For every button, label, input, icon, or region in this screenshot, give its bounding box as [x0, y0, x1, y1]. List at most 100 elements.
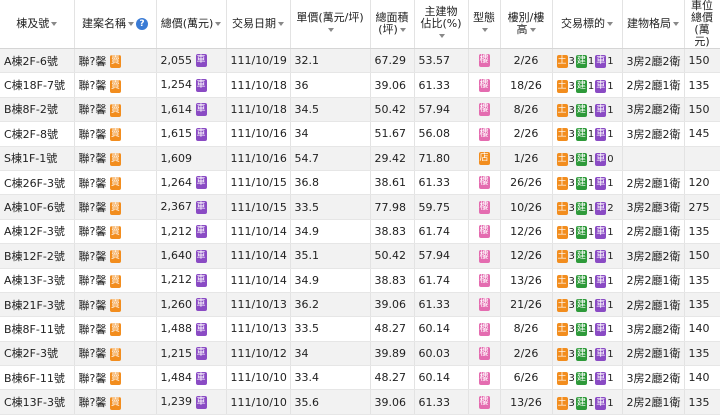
cell-project[interactable]: 聯?馨 賣 — [74, 194, 157, 220]
cell-project[interactable]: 聯?馨 賣 — [74, 170, 157, 196]
table-row[interactable]: B棟8F-2號 聯?馨 賣 1,614 車 111/10/18 34.5 50.42 57.… — [0, 97, 720, 123]
cell-project[interactable]: 聯?馨 賣 — [74, 316, 157, 342]
cell-project[interactable]: 聯?馨 賣 — [74, 341, 157, 367]
header-type[interactable]: 型態 — [468, 0, 501, 49]
car-count: 0 — [607, 153, 614, 165]
type-badge-icon: 樓 — [478, 176, 490, 190]
type-badge-icon: 樓 — [478, 54, 490, 68]
cell-project[interactable]: 聯?馨 賣 — [74, 365, 157, 391]
table-row[interactable]: A棟12F-3號 聯?馨 賣 1,212 車 111/10/14 34.9 38.83 61… — [0, 219, 720, 245]
car-badge-icon: 車 — [595, 250, 607, 264]
header-target[interactable]: 交易標的 — [552, 0, 623, 49]
table-row[interactable]: S棟1F-1號 聯?馨 賣 1,609 111/10/16 54.7 29.42 71.80… — [0, 146, 720, 171]
header-total[interactable]: 總價(萬元) — [156, 0, 227, 49]
cell-project[interactable]: 聯?馨 賣 — [74, 48, 157, 74]
cell-area: 50.42 — [370, 243, 415, 269]
cell-layout: 3房2廳2衛 — [622, 121, 685, 147]
land-badge-icon: 土 — [556, 128, 568, 142]
table-row[interactable]: B棟8F-11號 聯?馨 賣 1,488 車 111/10/13 33.5 48.27 60… — [0, 316, 720, 342]
parking-badge-icon: 車 — [195, 273, 207, 287]
header-layout[interactable]: 建物格局 — [622, 0, 685, 49]
table-row[interactable]: C棟26F-3號 聯?馨 賣 1,264 車 111/10/15 36.8 38.61 61… — [0, 170, 720, 196]
cell-floor: 8/26 — [500, 316, 553, 342]
parking-badge-icon: 車 — [195, 127, 207, 141]
cell-floor: 18/26 — [500, 72, 553, 98]
header-building[interactable]: 棟及號 — [0, 0, 75, 49]
cell-type: 樓 — [468, 243, 501, 269]
header-date[interactable]: 交易日期 — [226, 0, 291, 49]
header-floor[interactable]: 樓別/樓高 — [500, 0, 553, 49]
sort-arrow-icon — [399, 28, 406, 32]
type-badge-icon: 樓 — [478, 249, 490, 263]
parking-badge-icon: 車 — [195, 298, 207, 312]
header-parking[interactable]: 車位總價 (萬元) — [684, 0, 720, 49]
cell-type: 樓 — [468, 365, 501, 391]
cell-project[interactable]: 聯?馨 賣 — [74, 219, 157, 245]
car-count: 1 — [607, 56, 614, 68]
parking-badge-icon: 車 — [195, 347, 207, 361]
cell-project[interactable]: 聯?馨 賣 — [74, 389, 157, 415]
sale-badge-icon: 賣 — [109, 201, 121, 215]
car-badge-icon: 車 — [595, 274, 607, 288]
help-icon[interactable]: ? — [136, 18, 148, 30]
cell-project[interactable]: 聯?馨 賣 — [74, 243, 157, 269]
table-row[interactable]: B棟6F-11號 聯?馨 賣 1,484 車 111/10/10 33.4 48.27 60… — [0, 365, 720, 391]
sale-badge-icon: 賣 — [109, 152, 121, 166]
car-count: 1 — [607, 348, 614, 360]
cell-layout — [622, 146, 685, 171]
cell-ratio: 71.80 — [414, 146, 469, 171]
project-name: 聯?馨 — [78, 274, 107, 288]
cell-area: 51.67 — [370, 121, 415, 147]
type-badge-icon: 店 — [478, 152, 490, 165]
table-row[interactable]: C棟2F-8號 聯?馨 賣 1,615 車 111/10/16 34 51.67 56.08… — [0, 121, 720, 147]
cell-building: C棟2F-3號 — [0, 341, 75, 367]
cell-type: 樓 — [468, 97, 501, 123]
land-count: 3 — [568, 324, 575, 336]
cell-date: 111/10/16 — [226, 121, 291, 147]
cell-ratio: 61.33 — [414, 389, 469, 415]
cell-building: B棟6F-11號 — [0, 365, 75, 391]
cell-project[interactable]: 聯?馨 賣 — [74, 146, 157, 171]
car-count: 1 — [607, 178, 614, 190]
table-row[interactable]: C棟13F-3號 聯?馨 賣 1,239 車 111/10/10 35.6 39.06 61… — [0, 389, 720, 415]
building-count: 1 — [587, 275, 595, 287]
total-price: 2,367 — [160, 200, 193, 214]
type-badge-icon: 樓 — [478, 127, 490, 141]
table-row[interactable]: A棟2F-6號 聯?馨 賣 2,055 車 111/10/19 32.1 67.29 53.… — [0, 48, 720, 74]
cell-ratio: 60.14 — [414, 316, 469, 342]
cell-unit-price: 34 — [290, 341, 371, 367]
car-count: 1 — [607, 104, 614, 116]
cell-project[interactable]: 聯?馨 賣 — [74, 121, 157, 147]
header-area[interactable]: 總面積 (坪) — [370, 0, 415, 49]
cell-total: 1,484 車 — [156, 365, 227, 391]
parking-badge-icon: 車 — [195, 395, 207, 409]
table-row[interactable]: C棟18F-7號 聯?馨 賣 1,254 車 111/10/18 36 39.06 61.3… — [0, 72, 720, 98]
cell-unit-price: 33.5 — [290, 316, 371, 342]
total-price: 1,239 — [160, 395, 193, 409]
table-row[interactable]: B棟21F-3號 聯?馨 賣 1,260 車 111/10/13 36.2 39.06 61… — [0, 292, 720, 318]
header-project[interactable]: 建案名稱? — [74, 0, 157, 49]
cell-floor: 2/26 — [500, 121, 553, 147]
cell-target: 土3建1車1 — [552, 72, 623, 98]
header-ratio[interactable]: 主建物 佔比(%) — [414, 0, 469, 49]
cell-project[interactable]: 聯?馨 賣 — [74, 268, 157, 293]
cell-target: 土3建1車1 — [552, 170, 623, 196]
land-badge-icon: 土 — [556, 177, 568, 191]
cell-total: 1,615 車 — [156, 121, 227, 147]
table-row[interactable]: B棟12F-2號 聯?馨 賣 1,640 車 111/10/14 35.1 50.42 57… — [0, 243, 720, 269]
cell-ratio: 59.75 — [414, 194, 469, 220]
cell-date: 111/10/16 — [226, 146, 291, 171]
cell-parking: 140 — [684, 365, 720, 391]
cell-total: 1,260 車 — [156, 292, 227, 318]
total-price: 1,609 — [160, 151, 193, 165]
cell-project[interactable]: 聯?馨 賣 — [74, 97, 157, 123]
header-unit[interactable]: 單價(萬元/坪) — [290, 0, 371, 49]
cell-area: 48.27 — [370, 365, 415, 391]
cell-project[interactable]: 聯?馨 賣 — [74, 292, 157, 318]
table-row[interactable]: A棟13F-3號 聯?馨 賣 1,212 車 111/10/14 34.9 38.83 61… — [0, 268, 720, 293]
sale-badge-icon: 賣 — [109, 79, 121, 93]
table-row[interactable]: C棟2F-3號 聯?馨 賣 1,215 車 111/10/12 34 39.89 60.03… — [0, 341, 720, 367]
cell-project[interactable]: 聯?馨 賣 — [74, 72, 157, 98]
table-row[interactable]: A棟10F-6號 聯?馨 賣 2,367 車 111/10/15 33.5 77.98 59… — [0, 194, 720, 220]
cell-unit-price: 36.8 — [290, 170, 371, 196]
